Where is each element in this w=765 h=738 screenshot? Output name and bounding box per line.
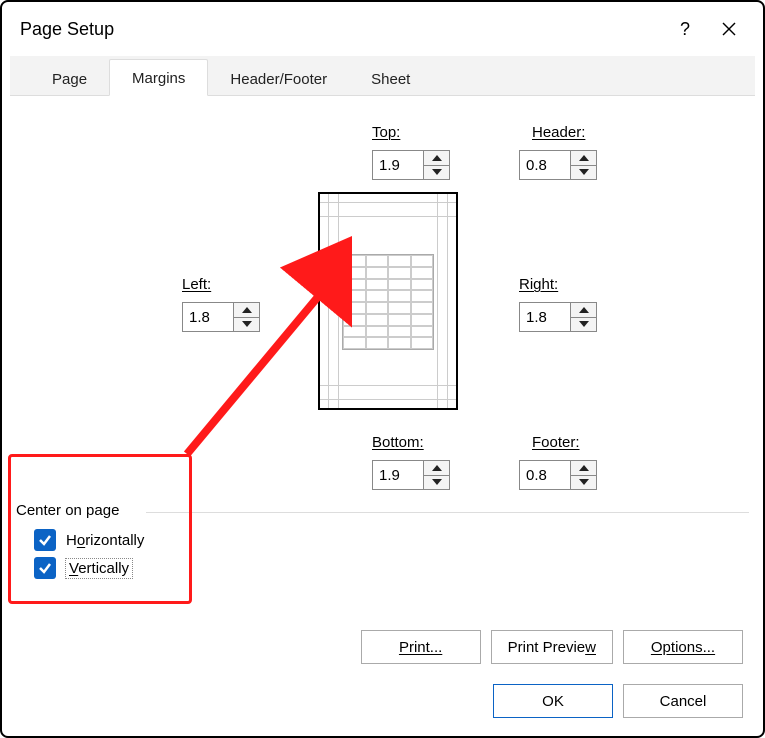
label-horizontally: Horizontally [66, 532, 144, 549]
spinner-left-down[interactable] [234, 318, 259, 332]
secondary-button-row: Print... Print Preview Options... [361, 630, 743, 664]
chevron-down-icon [579, 479, 589, 485]
label-bottom: Bottom: [372, 434, 424, 451]
checkbox-vertically[interactable] [34, 557, 56, 579]
spinner-header-up[interactable] [571, 151, 596, 166]
check-icon [38, 561, 52, 575]
print-button[interactable]: Print... [361, 630, 481, 664]
tab-page[interactable]: Page [30, 61, 109, 96]
input-footer[interactable] [520, 461, 570, 489]
spinner-top[interactable] [372, 150, 450, 180]
spinner-left-up[interactable] [234, 303, 259, 318]
spinner-bottom-up[interactable] [424, 461, 449, 476]
input-header[interactable] [520, 151, 570, 179]
ok-button[interactable]: OK [493, 684, 613, 718]
tab-sheet[interactable]: Sheet [349, 61, 432, 96]
chevron-down-icon [579, 321, 589, 327]
chevron-up-icon [432, 465, 442, 471]
spinner-footer-down[interactable] [571, 476, 596, 490]
titlebar: Page Setup ? [2, 2, 763, 50]
spinner-bottom-down[interactable] [424, 476, 449, 490]
chevron-up-icon [579, 465, 589, 471]
tab-header-footer[interactable]: Header/Footer [208, 61, 349, 96]
input-bottom[interactable] [373, 461, 423, 489]
dialog-footer: OK Cancel [493, 684, 743, 718]
spinner-header[interactable] [519, 150, 597, 180]
spinner-footer-up[interactable] [571, 461, 596, 476]
page-preview [318, 192, 458, 410]
help-button[interactable]: ? [665, 15, 705, 43]
label-footer: Footer: [532, 434, 580, 451]
dialog-body: Top: Header: Left: Right: Bottom: Footer… [2, 96, 763, 676]
spinner-top-down[interactable] [424, 166, 449, 180]
chevron-up-icon [242, 307, 252, 313]
input-top[interactable] [373, 151, 423, 179]
spinner-right-up[interactable] [571, 303, 596, 318]
options-button[interactable]: Options... [623, 630, 743, 664]
label-vertically: Vertically [66, 559, 132, 578]
center-on-page-group: Center on page Horizontally Vertically [16, 502, 749, 585]
close-button[interactable] [709, 15, 749, 43]
check-icon [38, 533, 52, 547]
chevron-up-icon [579, 307, 589, 313]
spinner-bottom[interactable] [372, 460, 450, 490]
cancel-button[interactable]: Cancel [623, 684, 743, 718]
tab-margins[interactable]: Margins [109, 59, 208, 96]
input-left[interactable] [183, 303, 233, 331]
spinner-right[interactable] [519, 302, 597, 332]
spinner-left[interactable] [182, 302, 260, 332]
label-right: Right: [519, 276, 558, 293]
chevron-up-icon [432, 155, 442, 161]
preview-content-grid [342, 254, 434, 350]
label-top: Top: [372, 124, 400, 141]
spinner-header-down[interactable] [571, 166, 596, 180]
page-setup-dialog: Page Setup ? Page Margins Header/Footer … [0, 0, 765, 738]
close-icon [721, 21, 737, 37]
checkbox-row-vertically[interactable]: Vertically [34, 557, 749, 579]
chevron-down-icon [579, 169, 589, 175]
dialog-title: Page Setup [20, 19, 661, 40]
label-header: Header: [532, 124, 585, 141]
print-preview-button[interactable]: Print Preview [491, 630, 613, 664]
center-on-page-title: Center on page [16, 502, 749, 519]
chevron-down-icon [432, 479, 442, 485]
tab-strip: Page Margins Header/Footer Sheet [10, 56, 755, 96]
label-left: Left: [182, 276, 211, 293]
spinner-top-up[interactable] [424, 151, 449, 166]
spinner-footer[interactable] [519, 460, 597, 490]
checkbox-row-horizontally[interactable]: Horizontally [34, 529, 749, 551]
spinner-right-down[interactable] [571, 318, 596, 332]
chevron-up-icon [579, 155, 589, 161]
checkbox-horizontally[interactable] [34, 529, 56, 551]
input-right[interactable] [520, 303, 570, 331]
chevron-down-icon [432, 169, 442, 175]
chevron-down-icon [242, 321, 252, 327]
